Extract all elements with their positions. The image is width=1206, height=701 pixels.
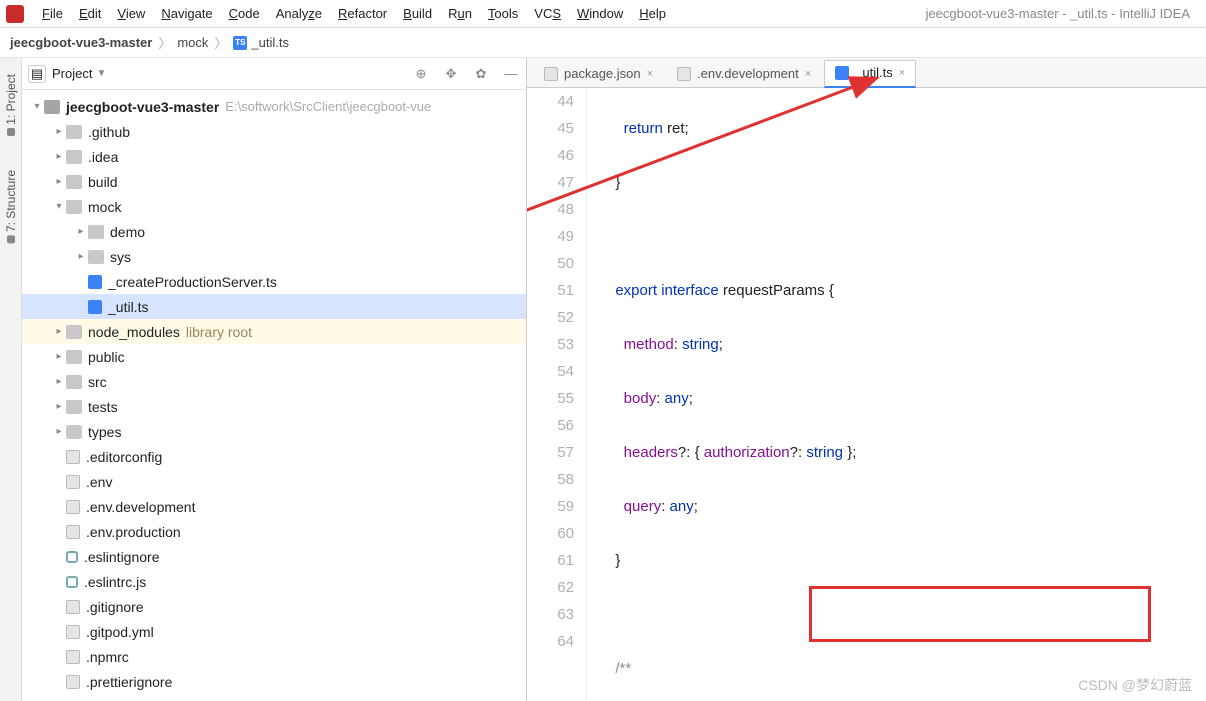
menu-bar: File Edit View Navigate Code Analyze Ref… — [0, 0, 1206, 28]
tree-item[interactable]: .env.development — [22, 494, 526, 519]
menu-help[interactable]: Help — [631, 4, 674, 23]
folder-icon — [66, 400, 82, 414]
tree-item[interactable]: .prettierignore — [22, 669, 526, 694]
project-tree[interactable]: ▾ jeecgboot-vue3-master E:\softwork\SrcC… — [22, 90, 526, 701]
project-label[interactable]: Project — [52, 66, 92, 81]
sidetab-structure[interactable]: 7: Structure — [4, 170, 18, 247]
tree-item[interactable]: ▸public — [22, 344, 526, 369]
tree-item[interactable]: _createProductionServer.ts — [22, 269, 526, 294]
folder-icon — [66, 350, 82, 364]
menu-build[interactable]: Build — [395, 4, 440, 23]
file-icon — [66, 675, 80, 689]
menu-code[interactable]: Code — [221, 4, 268, 23]
ts-icon: TS — [233, 36, 247, 50]
tree-item[interactable]: ▸sys — [22, 244, 526, 269]
tree-item[interactable]: .eslintignore — [22, 544, 526, 569]
file-icon — [677, 67, 691, 81]
tree-item[interactable]: ▸demo — [22, 219, 526, 244]
tree-item[interactable]: ▸src — [22, 369, 526, 394]
chevron-down-icon[interactable]: ▼ — [96, 68, 106, 79]
menu-navigate[interactable]: Navigate — [153, 4, 220, 23]
file-icon — [66, 650, 80, 664]
collapse-icon[interactable]: — — [502, 65, 520, 83]
tree-item[interactable]: .gitpod.yml — [22, 619, 526, 644]
tab-util-ts[interactable]: _util.ts× — [824, 60, 916, 88]
menu-analyze[interactable]: Analyze — [268, 4, 330, 23]
tree-item[interactable]: ▸.github — [22, 119, 526, 144]
tab-env-development[interactable]: .env.development× — [666, 61, 822, 87]
folder-icon — [66, 375, 82, 389]
menu-window[interactable]: Window — [569, 4, 631, 23]
project-header: ▤ Project ▼ ⊕ ✥ ✿ — — [22, 58, 526, 90]
menu-run[interactable]: Run — [440, 4, 480, 23]
file-icon — [66, 500, 80, 514]
menu-refactor[interactable]: Refactor — [330, 4, 395, 23]
tree-item[interactable]: ▸node_moduleslibrary root — [22, 319, 526, 344]
code-content[interactable]: return ret; } export interface requestPa… — [599, 88, 1206, 701]
close-icon[interactable]: × — [899, 67, 905, 79]
breadcrumb-file[interactable]: _util.ts — [251, 35, 289, 50]
tree-item[interactable]: .eslintrc.js — [22, 569, 526, 594]
file-icon — [66, 450, 80, 464]
json-icon — [544, 67, 558, 81]
editor-area: package.json× .env.development× _util.ts… — [527, 58, 1206, 701]
code-editor[interactable]: 4445464748495051525354555657585960616263… — [527, 88, 1206, 701]
breadcrumb-folder[interactable]: mock — [177, 35, 208, 50]
folder-icon — [66, 425, 82, 439]
window-title: jeecgboot-vue3-master - _util.ts - Intel… — [926, 6, 1200, 21]
tree-item-selected[interactable]: _util.ts — [22, 294, 526, 319]
project-panel: ▤ Project ▼ ⊕ ✥ ✿ — ▾ jeecgboot-vue3-mas… — [22, 58, 527, 701]
file-icon — [66, 600, 80, 614]
folder-icon — [88, 225, 104, 239]
project-view-button[interactable]: ▤ — [28, 65, 46, 83]
breadcrumb: jeecgboot-vue3-master 〉 mock 〉 TS _util.… — [0, 28, 1206, 58]
folder-icon — [66, 125, 82, 139]
folder-icon — [66, 150, 82, 164]
close-icon[interactable]: × — [805, 68, 811, 80]
line-gutter: 4445464748495051525354555657585960616263… — [527, 88, 587, 701]
ts-icon — [88, 300, 102, 314]
expand-icon[interactable]: ✥ — [442, 65, 460, 83]
menu-view[interactable]: View — [109, 4, 153, 23]
tree-item[interactable]: .env — [22, 469, 526, 494]
tree-item[interactable]: ▸tests — [22, 394, 526, 419]
tree-item[interactable]: .npmrc — [22, 644, 526, 669]
editor-tabs: package.json× .env.development× _util.ts… — [527, 58, 1206, 88]
folder-icon — [44, 100, 60, 114]
ide-logo-icon — [6, 5, 24, 23]
sidetab-project[interactable]: 1: Project — [4, 74, 18, 140]
tool-window-bar: 1: Project 7: Structure — [0, 58, 22, 701]
file-icon — [66, 525, 80, 539]
menu-edit[interactable]: Edit — [71, 4, 109, 23]
watermark: CSDN @梦幻蔚蓝 — [1078, 675, 1192, 695]
locate-icon[interactable]: ⊕ — [412, 65, 430, 83]
tree-item[interactable]: .gitignore — [22, 594, 526, 619]
folder-icon — [88, 250, 104, 264]
menu-tools[interactable]: Tools — [480, 4, 526, 23]
menu-vcs[interactable]: VCS — [526, 4, 569, 23]
breadcrumb-root[interactable]: jeecgboot-vue3-master — [10, 35, 152, 50]
settings-icon[interactable]: ✿ — [472, 65, 490, 83]
close-icon[interactable]: × — [647, 68, 653, 80]
eslint-icon — [66, 576, 78, 588]
highlight-box — [809, 586, 1151, 642]
tree-item[interactable]: ▸.idea — [22, 144, 526, 169]
tree-item[interactable]: ▸types — [22, 419, 526, 444]
eslint-icon — [66, 551, 78, 563]
folder-icon — [66, 200, 82, 214]
ts-icon — [835, 66, 849, 80]
tree-item[interactable]: ▸build — [22, 169, 526, 194]
tree-item[interactable]: .editorconfig — [22, 444, 526, 469]
tree-item[interactable]: ▾mock — [22, 194, 526, 219]
tab-package-json[interactable]: package.json× — [533, 61, 664, 87]
tree-item[interactable]: .env.production — [22, 519, 526, 544]
menu-file[interactable]: File — [34, 4, 71, 23]
file-icon — [66, 625, 80, 639]
tree-root[interactable]: ▾ jeecgboot-vue3-master E:\softwork\SrcC… — [22, 94, 526, 119]
folder-icon — [66, 175, 82, 189]
folder-icon — [66, 325, 82, 339]
ts-icon — [88, 275, 102, 289]
file-icon — [66, 475, 80, 489]
